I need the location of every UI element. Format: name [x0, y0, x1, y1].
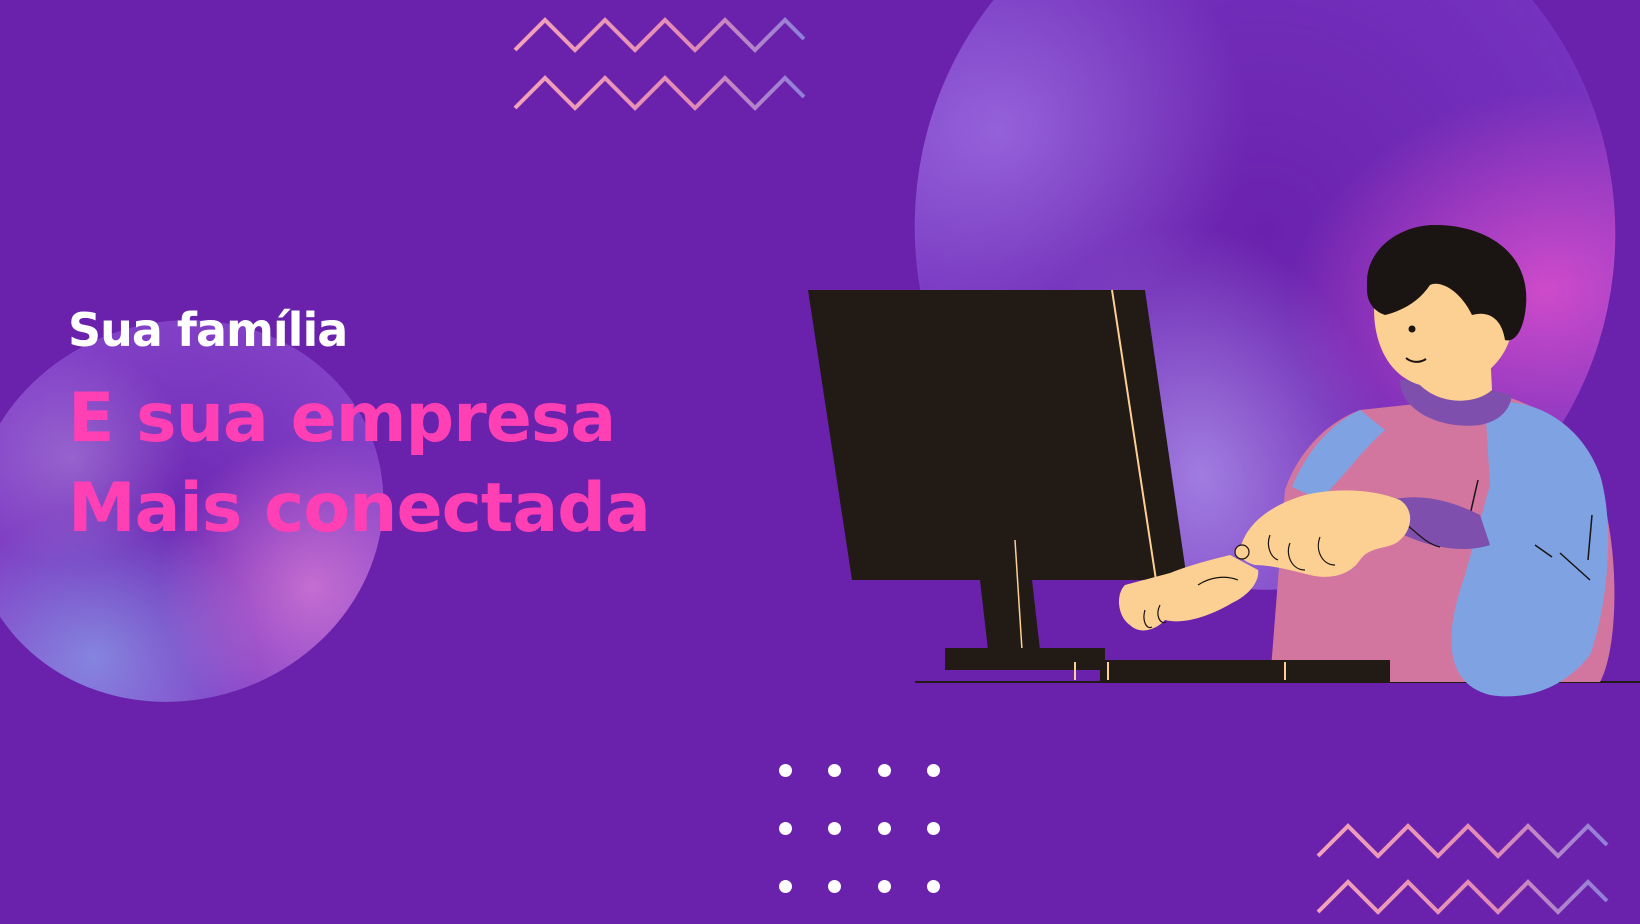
slide-canvas: Sua família E sua empresa Mais conectada [0, 0, 1640, 924]
title-line-1: E sua empresa [68, 379, 616, 458]
dot [878, 880, 891, 893]
keyboard-icon [1074, 660, 1390, 682]
dot [779, 880, 792, 893]
zigzag-bottom-right [1316, 823, 1609, 915]
dot-grid [779, 764, 959, 899]
dot [927, 764, 940, 777]
zigzag-top [513, 17, 806, 111]
dot [828, 880, 841, 893]
dot [927, 822, 940, 835]
title-line-2: Mais conectada [68, 469, 651, 548]
person-icon [1270, 225, 1615, 697]
dot [927, 880, 940, 893]
dot [878, 764, 891, 777]
dot [828, 764, 841, 777]
dot [779, 764, 792, 777]
person-at-computer-illustration [808, 225, 1640, 697]
dot [878, 822, 891, 835]
headline-block: Sua família E sua empresa Mais conectada [68, 300, 651, 554]
dot [828, 822, 841, 835]
eyebrow-text: Sua família [68, 303, 348, 357]
dot [779, 822, 792, 835]
